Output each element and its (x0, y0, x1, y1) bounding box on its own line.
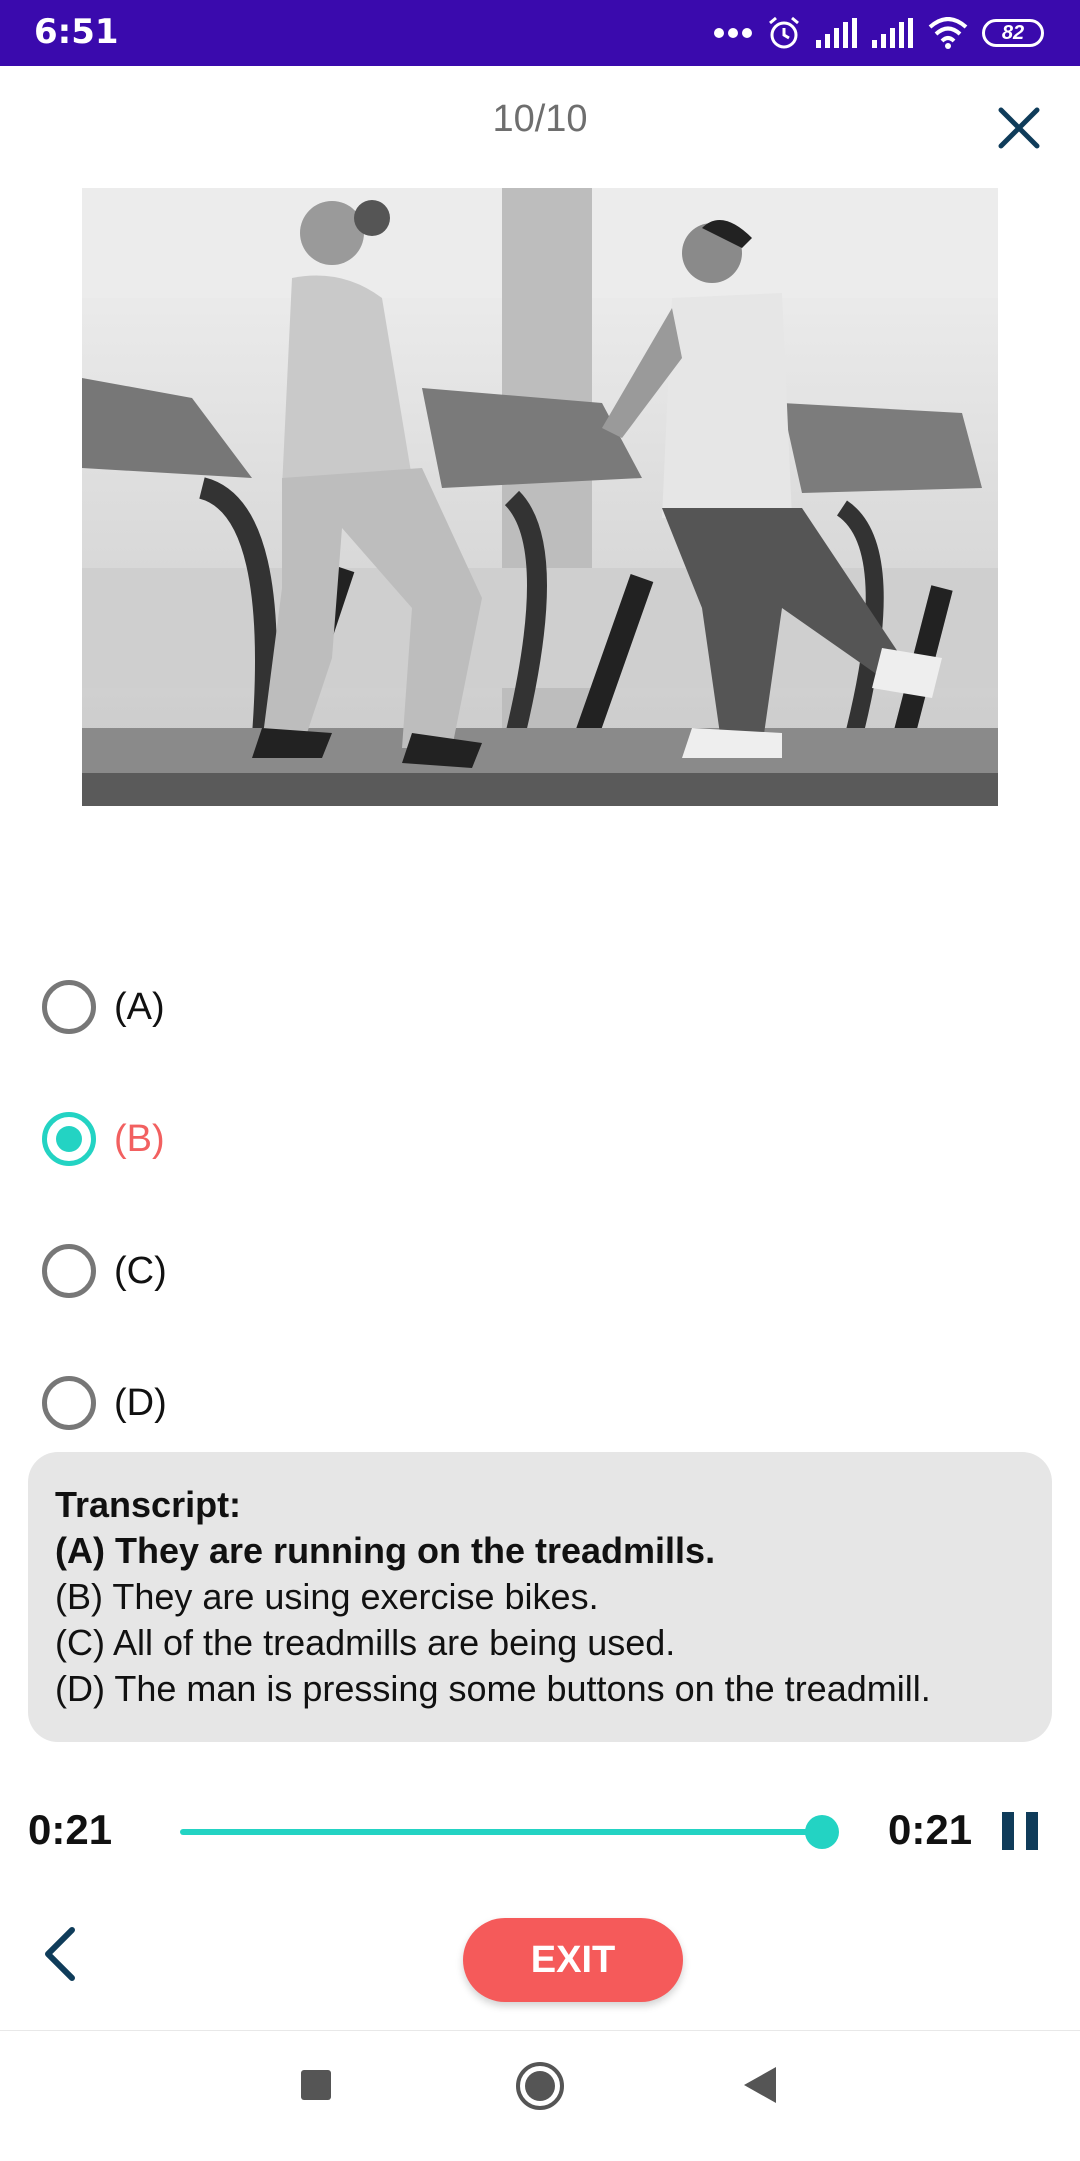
back-triangle-icon[interactable] (742, 2065, 778, 2105)
home-circle-icon[interactable] (514, 2060, 566, 2112)
option-label: (B) (114, 1117, 165, 1160)
radio-button-selected[interactable] (42, 1112, 96, 1166)
question-photo (82, 188, 998, 806)
option-label: (A) (114, 985, 165, 1028)
exit-button[interactable]: EXIT (463, 1918, 683, 2002)
audio-player: 0:21 0:21 (0, 1800, 1080, 1860)
transcript-panel: Transcript: (A) They are running on the … (28, 1452, 1052, 1742)
option-label: (C) (114, 1249, 167, 1292)
option-a[interactable]: (A) (42, 973, 442, 1041)
battery-icon: 82 (982, 19, 1044, 47)
signal-icon (872, 18, 913, 48)
alarm-icon (769, 16, 799, 49)
transcript-heading: Transcript: (55, 1484, 242, 1525)
recents-square-icon[interactable] (298, 2067, 334, 2103)
status-icons: 82 (714, 10, 1044, 56)
chevron-left-icon[interactable] (36, 1924, 86, 1984)
photo-treadmill-runners (82, 188, 998, 806)
question-progress: 10/10 (492, 98, 588, 140)
radio-button[interactable] (42, 1244, 96, 1298)
option-d[interactable]: (D) (42, 1369, 442, 1437)
transcript-line: (A) They are running on the treadmills. (55, 1530, 716, 1571)
dots-icon (714, 28, 752, 38)
status-time: 6:51 (34, 12, 119, 52)
option-c[interactable]: (C) (42, 1237, 442, 1305)
option-label: (D) (114, 1381, 167, 1424)
system-nav-bar (0, 2030, 1080, 2161)
elapsed-time: 0:21 (28, 1806, 113, 1853)
signal-icon (816, 18, 857, 48)
transcript-line: (C) All of the treadmills are being used… (55, 1622, 676, 1663)
seek-thumb[interactable] (805, 1815, 839, 1849)
transcript-line: (B) They are using exercise bikes. (55, 1576, 599, 1617)
wifi-icon (928, 17, 968, 49)
close-icon[interactable] (995, 104, 1043, 152)
radio-button[interactable] (42, 1376, 96, 1430)
radio-button[interactable] (42, 980, 96, 1034)
option-b[interactable]: (B) (42, 1105, 442, 1173)
seek-bar[interactable] (180, 1829, 822, 1835)
transcript-line: (D) The man is pressing some buttons on … (55, 1668, 931, 1709)
status-bar: 6:51 82 (0, 0, 1080, 66)
duration-time: 0:21 (888, 1806, 973, 1853)
pause-icon[interactable] (1000, 1810, 1040, 1852)
